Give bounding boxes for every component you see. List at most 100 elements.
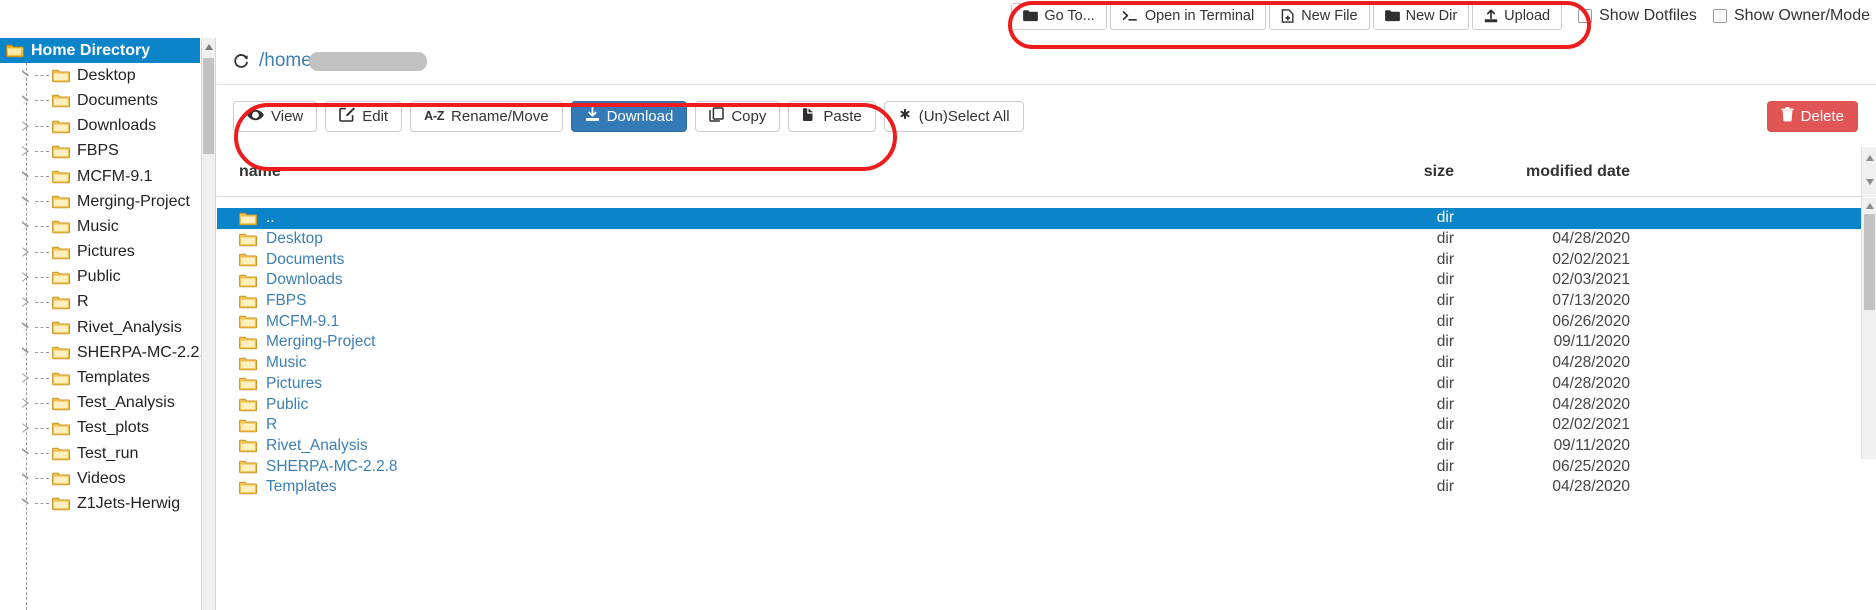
table-row[interactable]: R dir 02/02/2021 [217, 415, 1876, 436]
chevron-right-icon[interactable] [22, 171, 31, 182]
chevron-right-icon[interactable] [22, 70, 31, 81]
file-name[interactable]: Rivet_Analysis [266, 437, 368, 455]
file-name[interactable]: Merging-Project [266, 333, 375, 351]
tree-item-sherpa-mc-2-2-8[interactable]: SHERPA-MC-2.2.8 [0, 340, 215, 365]
open-in-terminal-button[interactable]: Open in Terminal [1109, 2, 1267, 30]
table-body-scrollbar[interactable] [1861, 198, 1876, 459]
chevron-right-icon[interactable] [22, 372, 31, 383]
file-name[interactable]: Documents [266, 251, 344, 269]
table-row[interactable]: Downloads dir 02/03/2021 [217, 270, 1876, 291]
table-row[interactable]: Templates dir 04/28/2020 [217, 477, 1876, 498]
chevron-right-icon[interactable] [22, 271, 31, 282]
file-name[interactable]: Downloads [266, 271, 343, 289]
file-name[interactable]: Templates [266, 478, 337, 496]
copy-button[interactable]: Copy [695, 100, 781, 132]
table-row[interactable]: FBPS dir 07/13/2020 [217, 291, 1876, 312]
scrollbar-thumb[interactable] [203, 58, 214, 154]
chevron-right-icon[interactable] [22, 397, 31, 408]
directory-tree-sidebar[interactable]: Home Directory Desktop Documents Downloa… [0, 38, 216, 610]
table-row[interactable]: Pictures dir 04/28/2020 [217, 374, 1876, 395]
chevron-right-icon[interactable] [22, 120, 31, 131]
view-label: View [271, 107, 304, 125]
chevron-right-icon[interactable] [22, 498, 31, 509]
path-text[interactable]: /home [259, 50, 312, 72]
delete-button[interactable]: Delete [1766, 100, 1858, 132]
chevron-right-icon[interactable] [22, 422, 31, 433]
paste-button[interactable]: Paste [788, 100, 876, 132]
tree-item-music[interactable]: Music [0, 214, 215, 239]
tree-item-public[interactable]: Public [0, 265, 215, 290]
new-file-button[interactable]: New File [1269, 2, 1370, 30]
go-to-button[interactable]: Go To... [1011, 2, 1107, 30]
file-name[interactable]: .. [266, 209, 275, 227]
table-row[interactable]: Rivet_Analysis dir 09/11/2020 [217, 436, 1876, 457]
sidebar-scrollbar[interactable] [201, 38, 215, 610]
tree-item-desktop[interactable]: Desktop [0, 63, 215, 88]
download-button[interactable]: Download [570, 100, 688, 132]
view-button[interactable]: View [233, 100, 318, 132]
tree-item-videos[interactable]: Videos [0, 466, 215, 491]
scroll-up-arrow[interactable] [1865, 155, 1874, 161]
tree-item-home-directory[interactable]: Home Directory [0, 38, 200, 64]
tree-item-r[interactable]: R [0, 290, 215, 315]
tree-item-test-run[interactable]: Test_run [0, 441, 215, 466]
chevron-right-icon[interactable] [22, 145, 31, 156]
chevron-right-icon[interactable] [22, 246, 31, 257]
tree-item-templates[interactable]: Templates [0, 365, 215, 390]
checkbox-box[interactable] [1578, 9, 1593, 23]
chevron-right-icon[interactable] [22, 95, 31, 106]
table-row[interactable]: Merging-Project dir 09/11/2020 [217, 332, 1876, 353]
chevron-right-icon[interactable] [22, 322, 31, 333]
table-header-scrollbar[interactable] [1861, 147, 1876, 197]
tree-item-downloads[interactable]: Downloads [0, 114, 215, 139]
show-owner-mode-checkbox[interactable]: Show Owner/Mode [1712, 7, 1870, 25]
file-name[interactable]: Desktop [266, 230, 323, 248]
tree-item-test-analysis[interactable]: Test_Analysis [0, 391, 215, 416]
chevron-right-icon[interactable] [22, 196, 31, 207]
file-name[interactable]: Pictures [266, 375, 322, 393]
refresh-icon[interactable] [233, 53, 250, 70]
chevron-right-icon[interactable] [22, 448, 31, 459]
folder-icon [52, 219, 70, 234]
table-row[interactable]: SHERPA-MC-2.2.8 dir 06/25/2020 [217, 456, 1876, 477]
file-name[interactable]: Music [266, 354, 306, 372]
file-name[interactable]: FBPS [266, 292, 306, 310]
chevron-right-icon[interactable] [22, 347, 31, 358]
tree-item-z1jets-herwig[interactable]: Z1Jets-Herwig [0, 491, 215, 516]
file-name[interactable]: MCFM-9.1 [266, 313, 339, 331]
table-row[interactable]: MCFM-9.1 dir 06/26/2020 [217, 311, 1876, 332]
edit-button[interactable]: Edit [325, 100, 403, 132]
download-icon [585, 107, 600, 125]
tree-item-fbps[interactable]: FBPS [0, 139, 215, 164]
new-dir-button[interactable]: New Dir [1372, 2, 1470, 30]
column-header-modified-date[interactable]: modified date [1454, 163, 1644, 181]
file-name[interactable]: R [266, 416, 277, 434]
column-header-size[interactable]: size [1334, 163, 1454, 181]
scroll-up-arrow[interactable] [1865, 203, 1874, 209]
column-header-name[interactable]: name [239, 163, 1334, 181]
chevron-right-icon[interactable] [22, 473, 31, 484]
table-row[interactable]: .. dir [217, 208, 1876, 229]
tree-item-documents[interactable]: Documents [0, 88, 215, 113]
chevron-right-icon[interactable] [22, 296, 31, 307]
tree-item-pictures[interactable]: Pictures [0, 240, 215, 265]
table-row[interactable]: Public dir 04/28/2020 [217, 394, 1876, 415]
file-name[interactable]: Public [266, 396, 308, 414]
table-row[interactable]: Desktop dir 04/28/2020 [217, 229, 1876, 250]
checkbox-box[interactable] [1712, 9, 1727, 23]
tree-item-merging-project[interactable]: Merging-Project [0, 189, 215, 214]
table-row[interactable]: Music dir 04/28/2020 [217, 353, 1876, 374]
upload-button[interactable]: Upload [1472, 2, 1563, 30]
scrollbar-thumb[interactable] [1864, 214, 1875, 310]
show-dotfiles-checkbox[interactable]: Show Dotfiles [1578, 7, 1697, 25]
table-row[interactable]: Documents dir 02/02/2021 [217, 249, 1876, 270]
tree-item-test-plots[interactable]: Test_plots [0, 416, 215, 441]
rename-move-button[interactable]: A-Z Rename/Move [410, 100, 563, 132]
tree-item-rivet-analysis[interactable]: Rivet_Analysis [0, 315, 215, 340]
scroll-up-arrow[interactable] [205, 44, 213, 50]
chevron-right-icon[interactable] [22, 221, 31, 232]
file-name[interactable]: SHERPA-MC-2.2.8 [266, 458, 398, 476]
tree-item-mcfm-9-1[interactable]: MCFM-9.1 [0, 164, 215, 189]
unselect-all-button[interactable]: (Un)Select All [883, 100, 1024, 132]
scroll-down-arrow[interactable] [1865, 179, 1874, 185]
